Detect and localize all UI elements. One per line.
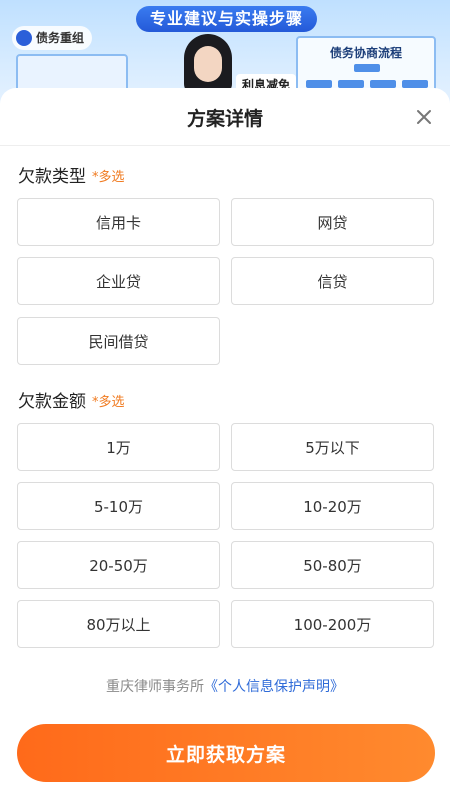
option-amount-1[interactable]: 1万 — [17, 423, 220, 471]
privacy-notice: 重庆律师事务所《个人信息保护声明》 — [0, 676, 450, 696]
option-online-loan[interactable]: 网贷 — [231, 198, 434, 246]
flow-node — [402, 80, 428, 88]
flow-node — [338, 80, 364, 88]
option-amount-2[interactable]: 5万以下 — [231, 423, 434, 471]
option-credit-loan[interactable]: 信贷 — [231, 257, 434, 305]
option-amount-6[interactable]: 50-80万 — [231, 541, 434, 589]
option-private-loan[interactable]: 民间借贷 — [17, 317, 220, 365]
debt-type-label: 欠款类型 — [18, 167, 86, 187]
banner-title: 专业建议与实操步骤 — [136, 6, 318, 32]
option-amount-4[interactable]: 10-20万 — [231, 482, 434, 530]
flow-node — [306, 80, 332, 88]
option-amount-7[interactable]: 80万以上 — [17, 600, 220, 648]
banner-tag-label: 债务重组 — [36, 31, 85, 45]
privacy-link[interactable]: 《个人信息保护声明》 — [204, 679, 344, 695]
get-plan-button[interactable]: 立即获取方案 — [17, 724, 435, 782]
debt-amount-label: 欠款金额 — [18, 392, 86, 412]
plan-details-sheet: 方案详情 欠款类型 *多选 信用卡 网贷 企业贷 信贷 民间借贷 欠款金额 *多… — [0, 88, 450, 800]
option-amount-5[interactable]: 20-50万 — [17, 541, 220, 589]
option-business-loan[interactable]: 企业贷 — [17, 257, 220, 305]
sheet-title: 方案详情 — [186, 108, 263, 130]
flow-title: 债务协商流程 — [329, 46, 402, 60]
debt-amount-multi-hint: *多选 — [92, 395, 125, 410]
option-amount-3[interactable]: 5-10万 — [17, 482, 220, 530]
notice-prefix: 重庆律师事务所 — [106, 679, 204, 695]
close-icon[interactable] — [412, 105, 436, 129]
option-credit-card[interactable]: 信用卡 — [17, 198, 220, 246]
option-amount-8[interactable]: 100-200万 — [231, 600, 434, 648]
flow-node — [370, 80, 396, 88]
flow-node — [354, 64, 380, 72]
sheet-header: 方案详情 — [0, 88, 450, 146]
tag-dot-icon — [16, 30, 32, 46]
debt-type-multi-hint: *多选 — [92, 170, 125, 185]
banner-tag: 债务重组 — [12, 26, 93, 50]
